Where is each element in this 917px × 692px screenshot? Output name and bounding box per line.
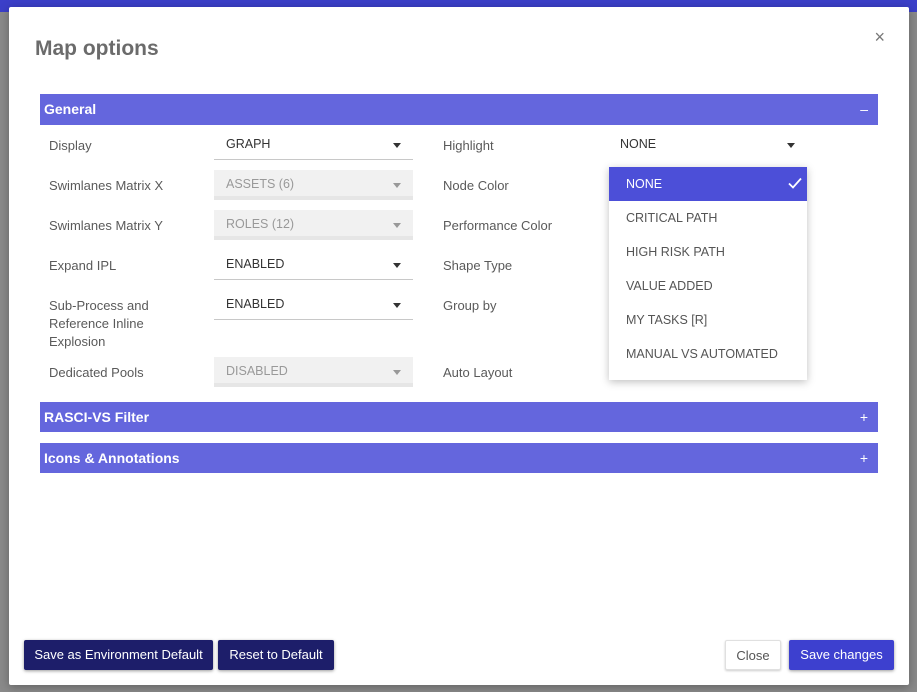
dropdown-option-critical-path[interactable]: CRITICAL PATH (609, 201, 807, 235)
swimlanes-y-label: Swimlanes Matrix Y (49, 218, 163, 233)
dropdown-option-manual-vs-automated[interactable]: MANUAL VS AUTOMATED (609, 337, 807, 371)
dropdown-option-none[interactable]: NONE (609, 167, 807, 201)
dedicated-pools-select: DISABLED (214, 357, 413, 387)
dropdown-option-label: HIGH RISK PATH (626, 245, 725, 259)
section-rasci-header[interactable]: RASCI-VS Filter + (40, 402, 878, 432)
chevron-down-icon (393, 303, 401, 308)
chevron-down-icon (393, 263, 401, 268)
dropdown-option-my-tasks[interactable]: MY TASKS [R] (609, 303, 807, 337)
expand-ipl-label: Expand IPL (49, 258, 117, 273)
dropdown-option-value-added[interactable]: VALUE ADDED (609, 269, 807, 303)
sub-process-value: ENABLED (226, 297, 285, 311)
swimlanes-x-label: Swimlanes Matrix X (49, 178, 164, 193)
close-button[interactable]: Close (725, 640, 781, 670)
swimlanes-x-value: ASSETS (6) (226, 177, 295, 191)
section-icons-label: Icons & Annotations (44, 450, 180, 466)
highlight-select[interactable]: NONE (608, 130, 807, 160)
chevron-down-icon (393, 143, 401, 148)
chevron-down-icon (393, 370, 401, 375)
swimlanes-x-select: ASSETS (6) (214, 170, 413, 200)
section-icons-header[interactable]: Icons & Annotations + (40, 443, 878, 473)
expand-icon[interactable]: + (860, 402, 868, 432)
chevron-down-icon (787, 143, 795, 148)
dedicated-pools-value: DISABLED (226, 364, 288, 378)
modal-title: Map options (35, 37, 159, 60)
sub-process-select[interactable]: ENABLED (214, 290, 413, 320)
chevron-down-icon (393, 183, 401, 188)
swimlanes-y-select: ROLES (12) (214, 210, 413, 240)
reset-default-button[interactable]: Reset to Default (218, 640, 334, 670)
chevron-down-icon (393, 223, 401, 228)
dropdown-option-label: MY TASKS [R] (626, 313, 708, 327)
expand-icon[interactable]: + (860, 443, 868, 473)
dropdown-option-high-risk-path[interactable]: HIGH RISK PATH (609, 235, 807, 269)
dropdown-option-label: NONE (626, 177, 663, 191)
map-options-modal: Map options × General – Display Swimlane… (9, 7, 909, 685)
node-color-label: Node Color (443, 178, 509, 193)
expand-ipl-value: ENABLED (226, 257, 285, 271)
collapse-icon[interactable]: – (860, 94, 868, 125)
dedicated-pools-label: Dedicated Pools (49, 365, 144, 380)
display-select-value: GRAPH (226, 137, 271, 151)
section-general-header[interactable]: General – (40, 94, 878, 125)
expand-ipl-select[interactable]: ENABLED (214, 250, 413, 280)
swimlanes-y-value: ROLES (12) (226, 217, 295, 231)
save-changes-button[interactable]: Save changes (789, 640, 894, 670)
group-by-label: Group by (443, 298, 497, 313)
display-select[interactable]: GRAPH (214, 130, 413, 160)
dropdown-option-label: MANUAL VS AUTOMATED (626, 347, 778, 361)
highlight-label: Highlight (443, 138, 494, 153)
dropdown-option-label: VALUE ADDED (626, 279, 713, 293)
sub-process-label: Sub-Process and Reference Inline Explosi… (49, 298, 149, 349)
highlight-select-value: NONE (620, 137, 657, 151)
performance-color-label: Performance Color (443, 218, 553, 233)
highlight-dropdown-menu: NONE CRITICAL PATH HIGH RISK PATH VALUE … (609, 167, 807, 380)
check-icon (788, 177, 802, 189)
section-general-label: General (44, 101, 97, 117)
save-environment-default-button[interactable]: Save as Environment Default (24, 640, 213, 670)
close-icon[interactable]: × (874, 27, 885, 48)
section-rasci-label: RASCI-VS Filter (44, 409, 150, 425)
dropdown-option-label: CRITICAL PATH (626, 211, 718, 225)
display-label: Display (49, 138, 92, 153)
shape-type-label: Shape Type (443, 258, 513, 273)
auto-layout-label: Auto Layout (443, 365, 513, 380)
